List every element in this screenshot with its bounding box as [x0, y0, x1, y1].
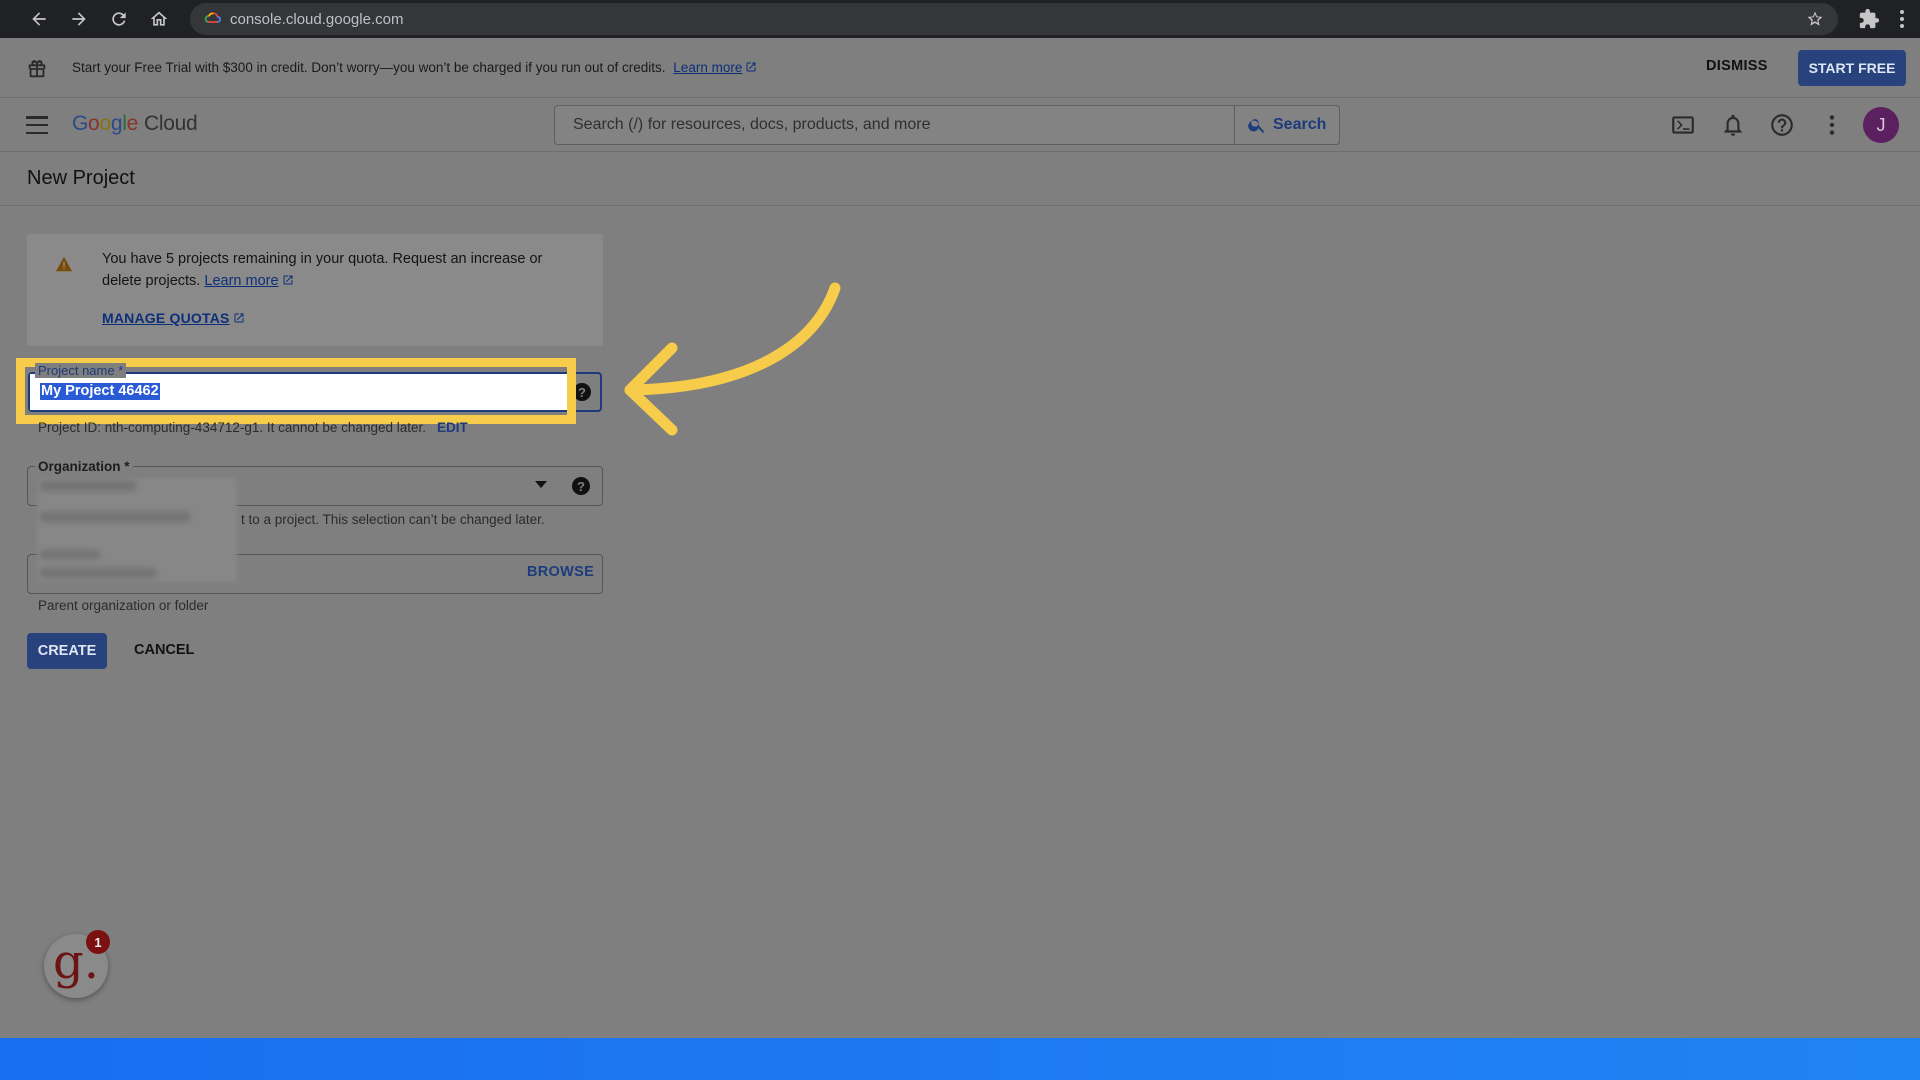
redacted-line — [40, 481, 136, 491]
cancel-button[interactable]: CANCEL — [134, 642, 194, 658]
navigation-menu-icon[interactable] — [26, 116, 50, 134]
account-avatar[interactable]: J — [1863, 107, 1899, 143]
redacted-line — [40, 568, 156, 578]
page-title-bar: New Project — [0, 152, 1920, 206]
search-input[interactable] — [555, 106, 1235, 144]
trial-message-text: Start your Free Trial with $300 in credi… — [72, 60, 666, 75]
organization-hint: t to a project. This selection can’t be … — [241, 512, 545, 527]
quota-message: You have 5 projects remaining in your qu… — [102, 248, 572, 292]
start-free-button[interactable]: START FREE — [1798, 50, 1906, 86]
guide-widget-button[interactable]: g. 1 — [44, 930, 110, 998]
bookmark-star-icon[interactable] — [1806, 10, 1824, 28]
quota-learn-more-link[interactable]: Learn more — [204, 273, 278, 289]
dropdown-arrow-icon[interactable] — [535, 481, 547, 488]
search-bar: Search — [554, 105, 1340, 145]
manage-quotas-link[interactable]: MANAGE QUOTAS — [102, 310, 245, 326]
logo-letter: e — [126, 112, 139, 135]
extensions-puzzle-icon[interactable] — [1858, 8, 1880, 30]
redacted-area — [37, 478, 237, 582]
organization-label: Organization * — [35, 459, 133, 474]
notifications-bell-icon[interactable] — [1720, 112, 1746, 138]
annotation-arrow-icon — [624, 282, 841, 436]
trial-message: Start your Free Trial with $300 in credi… — [72, 60, 757, 75]
more-options-icon[interactable] — [1819, 112, 1845, 138]
google-cloud-icon — [204, 10, 222, 28]
quota-notice: You have 5 projects remaining in your qu… — [27, 234, 603, 346]
search-icon — [1248, 119, 1265, 133]
bottom-accent-bar — [0, 1038, 1920, 1080]
logo-letter: o — [88, 112, 100, 135]
page-title: New Project — [27, 167, 135, 189]
browser-toolbar: console.cloud.google.com — [0, 0, 1920, 38]
external-link-icon — [745, 61, 757, 73]
help-circle-icon[interactable] — [1769, 112, 1795, 138]
trial-learn-more-link[interactable]: Learn more — [673, 60, 742, 75]
organization-help-icon[interactable]: ? — [572, 477, 590, 495]
dismiss-button[interactable]: DISMISS — [1706, 58, 1768, 74]
quota-learn-more-label: Learn more — [204, 273, 279, 289]
search-button[interactable]: Search — [1234, 105, 1340, 145]
warning-icon — [55, 256, 73, 272]
project-id-text: Project ID: nth-computing-434712-g1. It … — [38, 420, 426, 435]
manage-quotas-label: MANAGE QUOTAS — [102, 310, 230, 326]
logo-letter: o — [99, 112, 111, 135]
external-link-icon — [282, 271, 294, 285]
edit-project-id-button[interactable]: EDIT — [437, 420, 468, 435]
free-trial-banner: Start your Free Trial with $300 in credi… — [0, 38, 1920, 98]
url-text: console.cloud.google.com — [230, 10, 404, 28]
forward-icon[interactable] — [60, 0, 98, 38]
back-icon[interactable] — [20, 0, 58, 38]
redacted-line — [40, 512, 190, 522]
browse-button[interactable]: BROWSE — [527, 564, 594, 580]
logo-letter: g — [110, 112, 123, 135]
search-button-label: Search — [1273, 116, 1327, 133]
redacted-line — [40, 550, 100, 559]
reload-icon[interactable] — [100, 0, 138, 38]
cloud-shell-terminal-icon[interactable] — [1670, 112, 1696, 138]
quota-message-text: You have 5 projects remaining in your qu… — [102, 251, 543, 289]
location-hint: Parent organization or folder — [38, 598, 209, 613]
create-button[interactable]: CREATE — [27, 633, 107, 669]
home-icon[interactable] — [140, 0, 178, 38]
browser-menu-icon[interactable] — [1892, 8, 1912, 30]
logo-letter: G — [72, 112, 89, 135]
project-name-label: Project name * — [35, 363, 127, 378]
logo-suffix: Cloud — [143, 112, 198, 135]
gift-icon — [26, 58, 48, 80]
trial-learn-more-label: Learn more — [673, 60, 743, 75]
external-link-icon — [233, 311, 245, 323]
address-bar[interactable]: console.cloud.google.com — [190, 3, 1838, 35]
console-header: GoogleCloud Search J — [0, 98, 1920, 152]
google-cloud-logo[interactable]: Google Cloud — [72, 112, 198, 136]
notification-badge: 1 — [86, 930, 110, 954]
